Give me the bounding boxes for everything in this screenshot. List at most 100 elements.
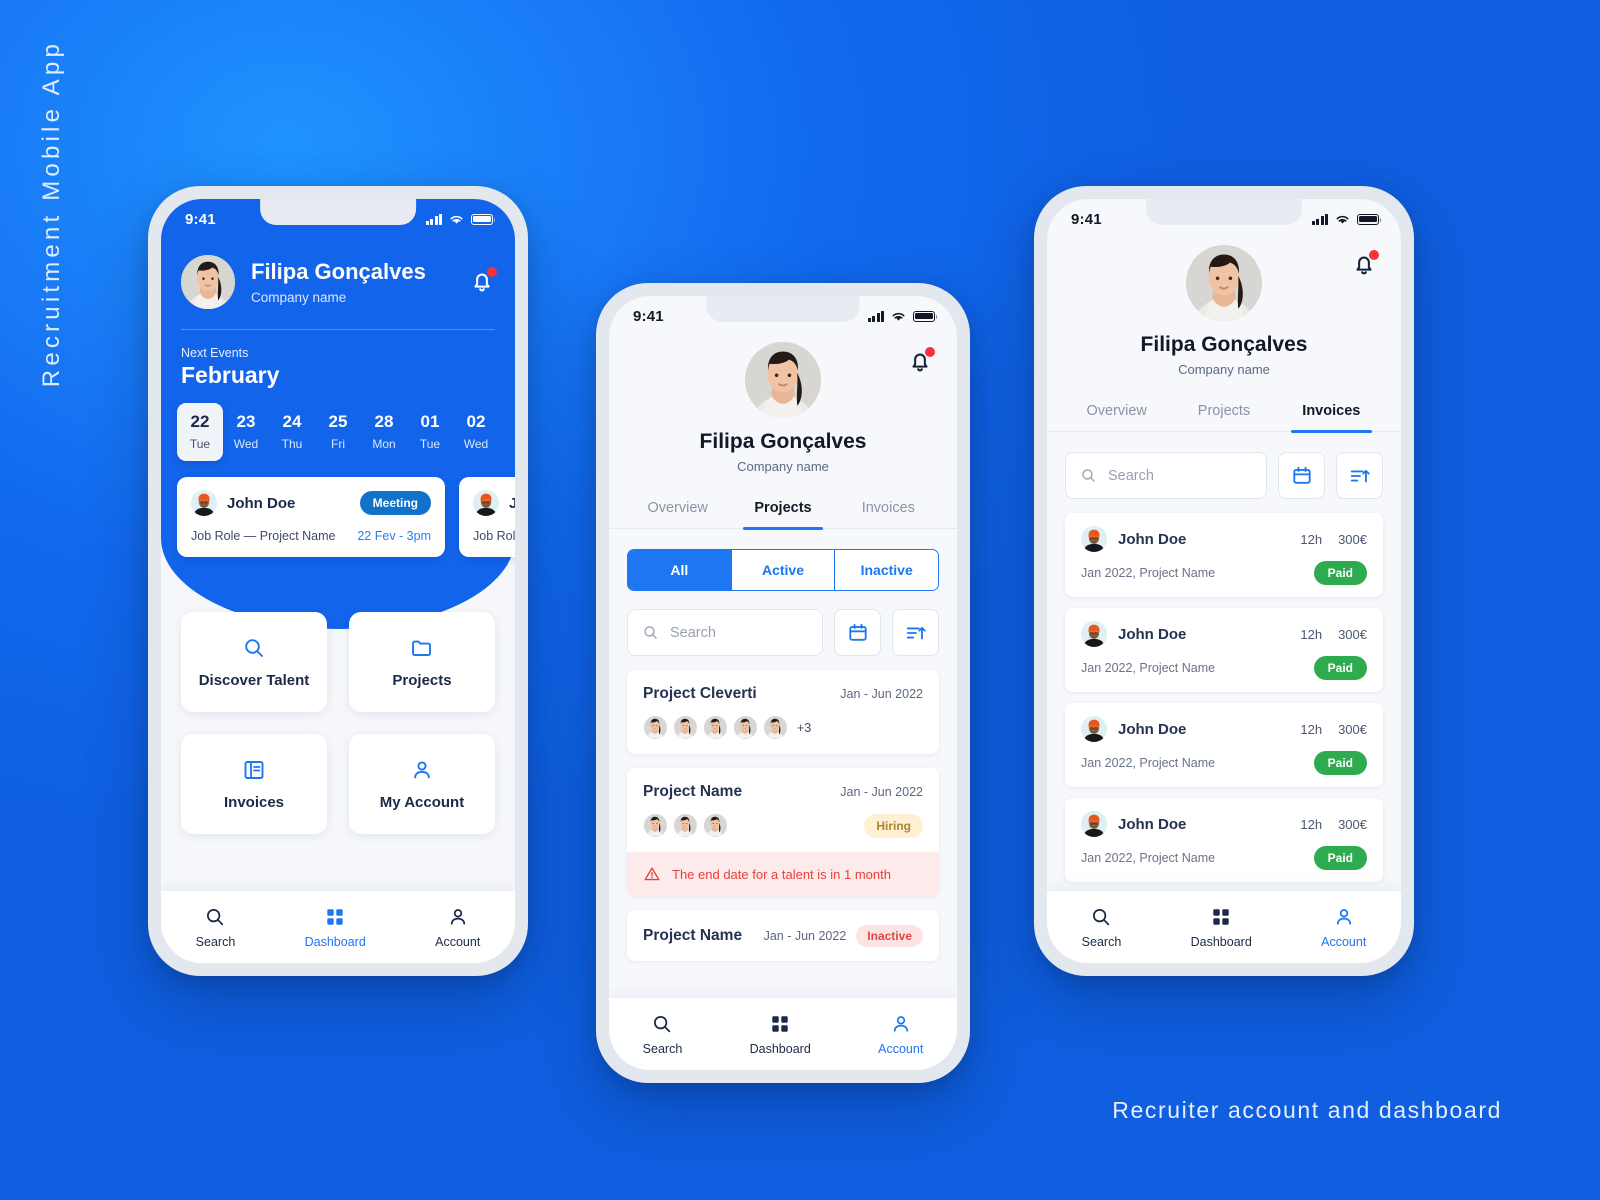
menu-card-projects[interactable]: Projects — [349, 612, 495, 712]
notification-bell-icon[interactable] — [1351, 250, 1379, 279]
invoice-list[interactable]: John Doe 12h 300€ Jan 2022, Project Name… — [1047, 513, 1401, 882]
account-tabs[interactable]: Overview Projects Invoices — [1047, 403, 1401, 433]
bottom-nav[interactable]: Search Dashboard Account — [161, 891, 515, 963]
bottom-nav[interactable]: Search Dashboard Account — [609, 998, 957, 1070]
calendar-filter-button[interactable] — [1278, 452, 1325, 499]
search-input[interactable]: Search — [627, 609, 823, 656]
nav-item-dashboard[interactable]: Dashboard — [750, 1013, 811, 1056]
member-avatar-stack[interactable] — [643, 813, 733, 838]
segment-all[interactable]: All — [628, 550, 732, 590]
grid-icon — [324, 906, 346, 928]
company-name: Company name — [737, 459, 829, 474]
nav-item-account[interactable]: Account — [878, 1013, 923, 1056]
menu-card-discover-talent[interactable]: Discover Talent — [181, 612, 327, 712]
invoice-row[interactable]: John Doe 12h 300€ Jan 2022, Project Name… — [1065, 798, 1383, 882]
event-time: 22 Fev - 3pm — [357, 529, 431, 543]
menu-card-label: Projects — [392, 671, 452, 689]
member-avatar-stack[interactable]: +3 — [643, 715, 811, 740]
project-card[interactable]: Project Name Jan - Jun 2022 Inactive — [627, 910, 939, 961]
sort-button[interactable] — [1336, 452, 1383, 499]
project-title: Project Name — [643, 783, 743, 800]
menu-card-my-account[interactable]: My Account — [349, 734, 495, 834]
menu-card-label: Discover Talent — [198, 671, 310, 689]
project-card[interactable]: Project Cleverti Jan - Jun 2022 +3 — [627, 670, 939, 754]
tab-invoices[interactable]: Invoices — [836, 500, 941, 528]
calendar-filter-button[interactable] — [834, 609, 881, 656]
tab-overview[interactable]: Overview — [1063, 403, 1170, 431]
tab-invoices[interactable]: Invoices — [1278, 403, 1385, 433]
project-filter-segmented-control[interactable]: All Active Inactive — [627, 549, 939, 591]
status-time: 9:41 — [185, 210, 216, 228]
phone-invoices: 9:41 Filipa Gonçalves Company name Overv… — [1034, 186, 1414, 976]
avatar — [673, 813, 698, 838]
segment-active[interactable]: Active — [731, 550, 836, 590]
nav-item-dashboard[interactable]: Dashboard — [1191, 906, 1252, 949]
date-chip-01[interactable]: 01 Tue — [407, 403, 453, 461]
project-list[interactable]: Project Cleverti Jan - Jun 2022 +3 Proje… — [609, 670, 957, 961]
nav-item-account[interactable]: Account — [1321, 906, 1366, 949]
invoice-row[interactable]: John Doe 12h 300€ Jan 2022, Project Name… — [1065, 703, 1383, 787]
tab-projects[interactable]: Projects — [1170, 403, 1277, 431]
date-chip-23[interactable]: 23 Wed — [223, 403, 269, 461]
nav-item-label: Account — [1321, 934, 1367, 949]
date-weekday: Wed — [463, 437, 489, 451]
nav-item-search[interactable]: Search — [643, 1013, 682, 1056]
status-badge: Paid — [1313, 656, 1367, 680]
cellular-signal-icon — [867, 310, 884, 322]
account-tabs[interactable]: Overview Projects Invoices — [609, 500, 957, 530]
date-chip-24[interactable]: 24 Thu — [269, 403, 315, 461]
invoice-row[interactable]: John Doe 12h 300€ Jan 2022, Project Name… — [1065, 513, 1383, 597]
phone-dashboard: 9:41 Filipa Gonçalves Company name Next … — [148, 186, 528, 976]
date-chip-28[interactable]: 28 Mon — [361, 403, 407, 461]
avatar[interactable] — [745, 342, 821, 418]
phone3-screen: 9:41 Filipa Gonçalves Company name Overv… — [1047, 199, 1401, 963]
date-chip-25[interactable]: 25 Fri — [315, 403, 361, 461]
avatar — [703, 715, 728, 740]
menu-card-invoices[interactable]: Invoices — [181, 734, 327, 834]
person-icon — [890, 1013, 912, 1035]
sort-button[interactable] — [892, 609, 939, 656]
avatar — [473, 490, 499, 516]
phone2-status-bar: 9:41 — [609, 296, 957, 336]
event-card[interactable]: John Doe Meeting Job Role — Project Name… — [459, 477, 515, 557]
tab-overview[interactable]: Overview — [625, 500, 730, 528]
person-icon — [1333, 906, 1355, 928]
notification-bell-icon[interactable] — [907, 347, 935, 376]
project-card[interactable]: Project Name Jan - Jun 2022 Hiring The e… — [627, 768, 939, 896]
search-input[interactable]: Search — [1065, 452, 1267, 499]
date-weekday: Mon — [372, 437, 396, 451]
menu-card-label: My Account — [379, 793, 465, 811]
nav-item-dashboard[interactable]: Dashboard — [305, 906, 366, 949]
status-badge: Meeting — [359, 491, 431, 515]
date-number: 22 — [190, 412, 210, 431]
notification-bell-icon[interactable] — [469, 267, 497, 296]
invoice-hours: 12h — [1300, 626, 1323, 642]
search-icon — [1080, 467, 1097, 484]
nav-item-search[interactable]: Search — [195, 906, 236, 949]
nav-item-search[interactable]: Search — [1082, 906, 1121, 949]
wifi-icon — [1334, 213, 1351, 226]
search-placeholder: Search — [1108, 467, 1154, 484]
nav-item-label: Search — [195, 934, 236, 949]
battery-icon — [471, 213, 496, 225]
event-carousel[interactable]: John Doe Meeting Job Role — Project Name… — [177, 477, 515, 557]
bottom-nav[interactable]: Search Dashboard Account — [1047, 891, 1401, 963]
avatar[interactable] — [1186, 245, 1262, 321]
date-chip-22[interactable]: 22 Tue — [177, 403, 223, 461]
phone1-content: Filipa Gonçalves Company name Next Event… — [161, 239, 515, 834]
company-name: Company name — [1178, 362, 1270, 377]
tab-projects[interactable]: Projects — [730, 500, 835, 530]
search-icon — [1090, 906, 1112, 928]
invoice-row[interactable]: John Doe 12h 300€ Jan 2022, Project Name… — [1065, 608, 1383, 692]
event-card[interactable]: John Doe Meeting Job Role — Project Name… — [177, 477, 445, 557]
date-strip[interactable]: 22 Tue 23 Wed 24 Thu 25 Fri 28 Mon 01 Tu… — [177, 403, 499, 461]
date-chip-02[interactable]: 02 Wed — [453, 403, 499, 461]
dashboard-menu-grid[interactable]: Discover Talent Projects Invoices My Acc… — [177, 612, 499, 834]
nav-item-account[interactable]: Account — [435, 906, 480, 949]
invoice-person-name: John Doe — [1118, 720, 1187, 738]
cellular-signal-icon — [1311, 213, 1328, 225]
segment-inactive[interactable]: Inactive — [835, 550, 938, 590]
avatar[interactable] — [181, 255, 235, 309]
phone2-search-row: Search — [627, 609, 939, 656]
avatar — [191, 490, 217, 516]
